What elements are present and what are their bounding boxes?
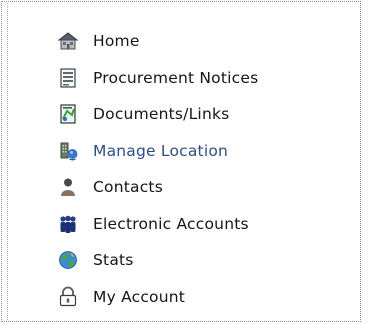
nav-label-documents-links: Documents/Links	[93, 105, 230, 124]
nav-label-home: Home	[93, 32, 140, 51]
navigation-list: Home Procurement Notices Documents/Links…	[2, 23, 360, 315]
globe-icon	[57, 249, 79, 271]
nav-item-home[interactable]: Home	[2, 23, 360, 60]
nav-label-procurement-notices: Procurement Notices	[93, 68, 259, 87]
nav-item-contacts[interactable]: Contacts	[2, 169, 360, 206]
nav-label-stats: Stats	[93, 251, 134, 270]
nav-item-electronic-accounts[interactable]: Electronic Accounts	[2, 206, 360, 243]
nav-item-manage-location[interactable]: Manage Location	[2, 133, 360, 170]
home-icon	[57, 30, 79, 52]
nav-label-manage-location: Manage Location	[93, 141, 229, 160]
nav-label-contacts: Contacts	[93, 178, 163, 197]
nav-label-electronic-accounts: Electronic Accounts	[93, 214, 249, 233]
location-pin-icon	[57, 140, 79, 162]
contact-person-icon	[57, 176, 79, 198]
lock-account-icon	[57, 286, 79, 308]
nav-item-documents-links[interactable]: Documents/Links	[2, 96, 360, 133]
notice-document-icon	[57, 67, 79, 89]
user-group-icon	[57, 213, 79, 235]
nav-item-procurement-notices[interactable]: Procurement Notices	[2, 60, 360, 97]
nav-label-my-account: My Account	[93, 287, 186, 306]
nav-item-stats[interactable]: Stats	[2, 242, 360, 279]
nav-item-my-account[interactable]: My Account	[2, 279, 360, 316]
navigation-menu: Home Procurement Notices Documents/Links…	[1, 1, 361, 322]
document-link-icon	[57, 103, 79, 125]
